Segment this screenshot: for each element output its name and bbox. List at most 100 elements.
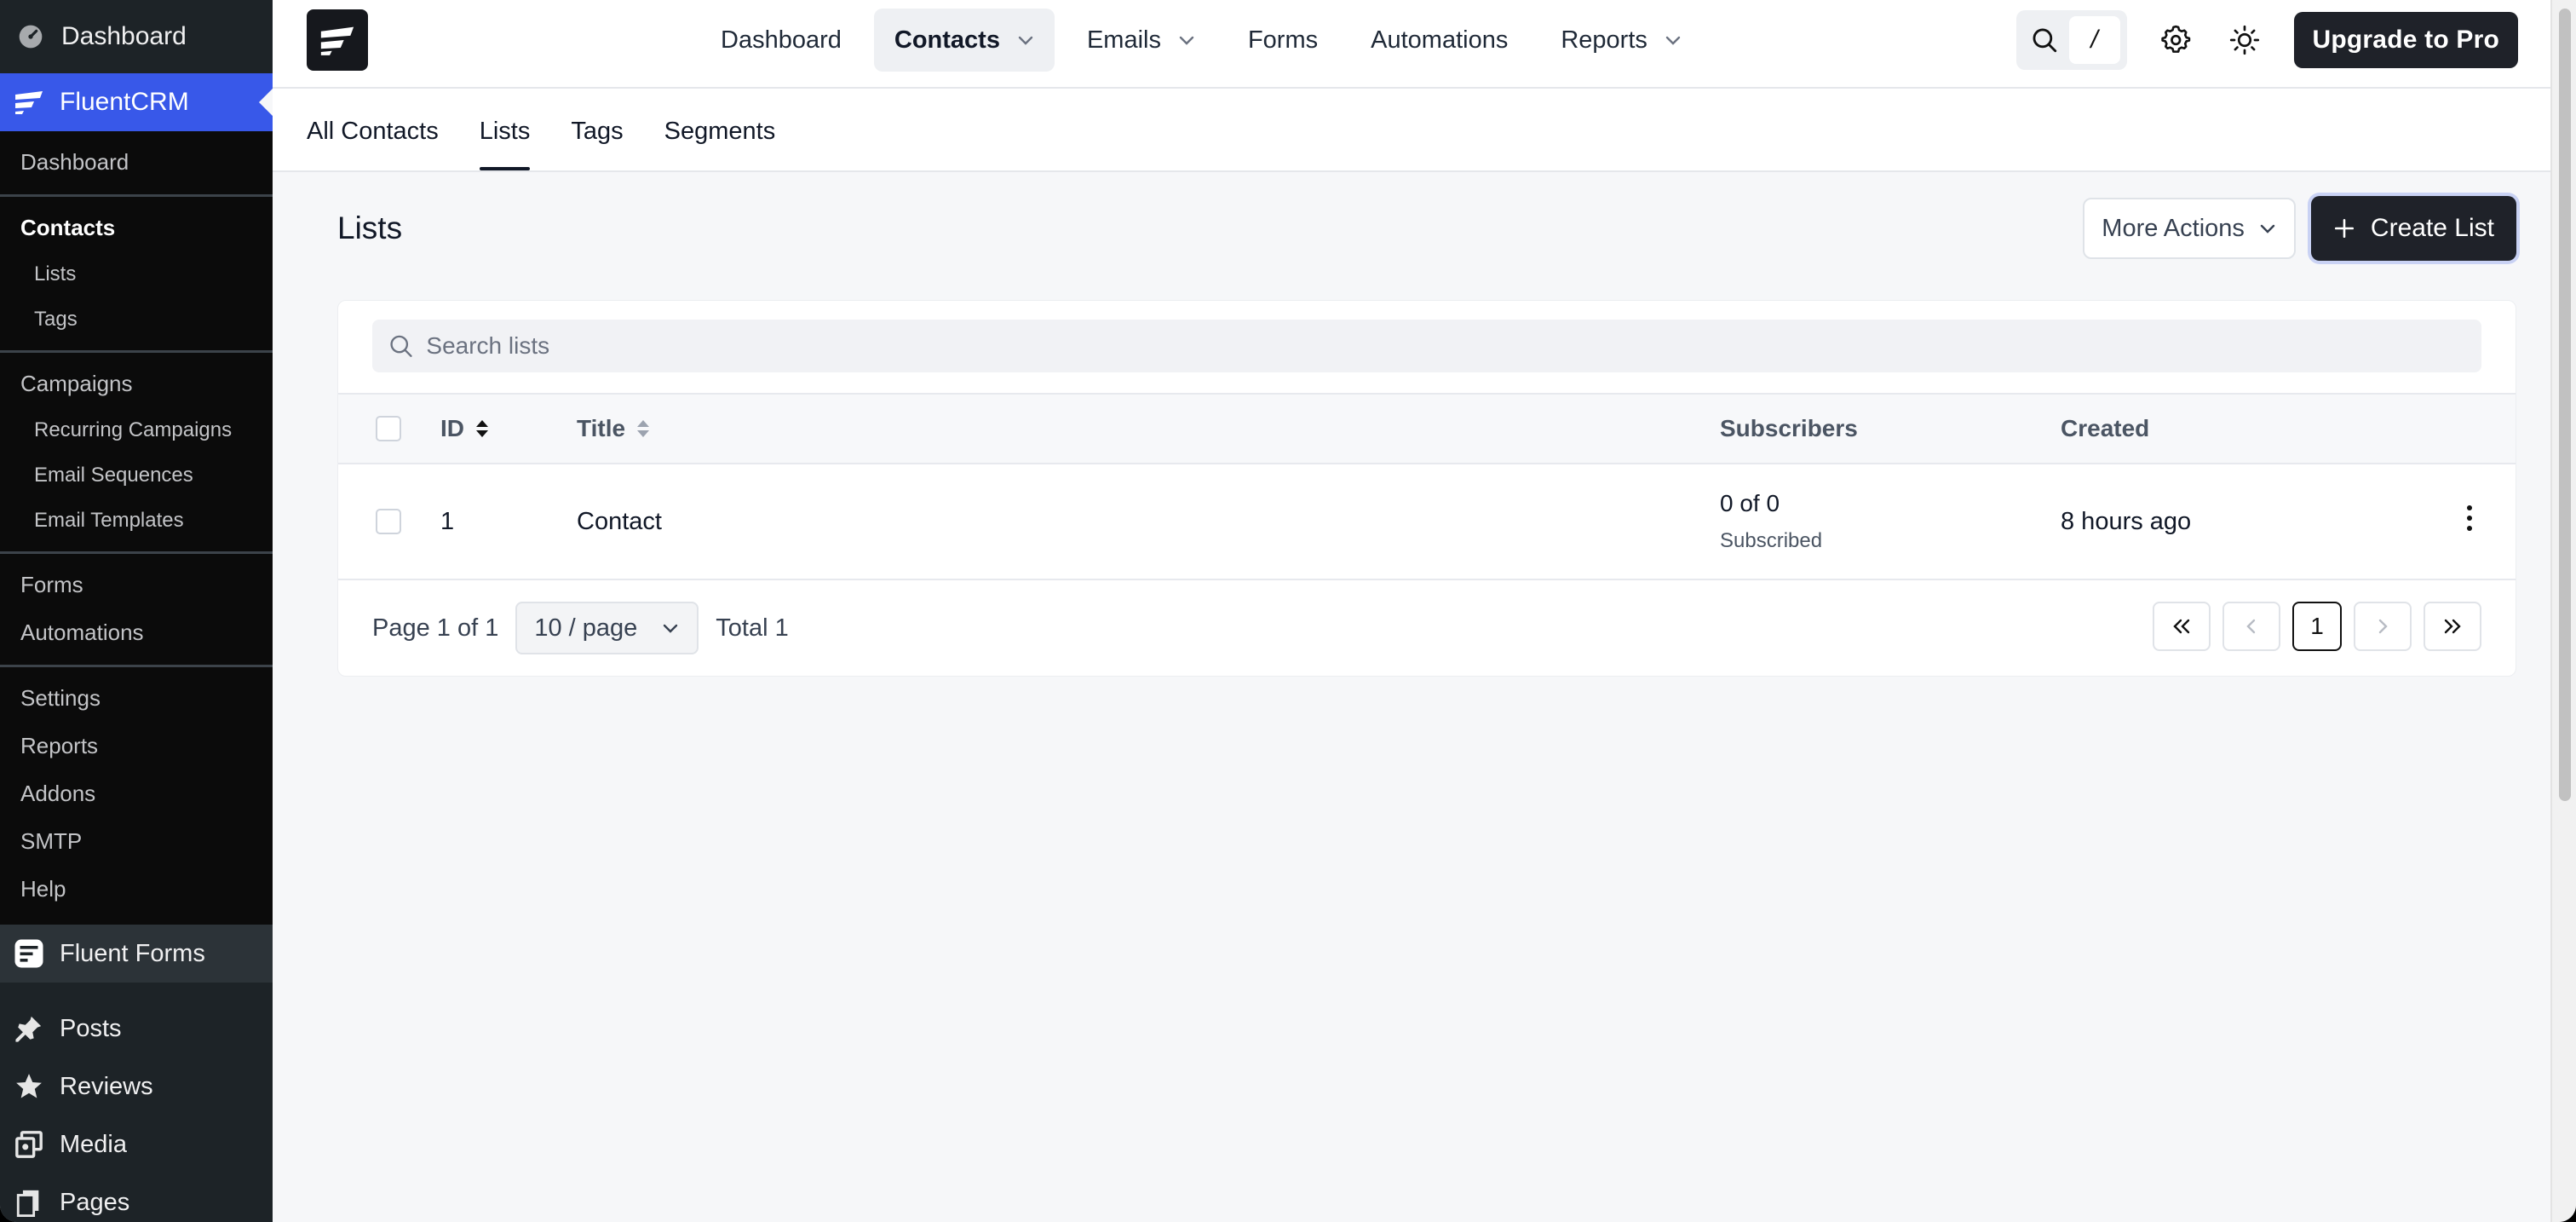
submenu-recurring-campaigns[interactable]: Recurring Campaigns xyxy=(0,407,273,452)
page-buttons: 1 xyxy=(2141,602,2481,651)
settings-button[interactable] xyxy=(2158,21,2195,59)
chevron-down-icon xyxy=(1179,36,1194,45)
search-lists-field[interactable] xyxy=(372,320,2481,372)
search-shortcut-key: / xyxy=(2068,16,2120,64)
fluentcrm-logo-icon xyxy=(14,87,44,118)
submenu-dashboard[interactable]: Dashboard xyxy=(0,138,273,186)
submenu-email-templates[interactable]: Email Templates xyxy=(0,498,273,543)
global-search-button[interactable]: / xyxy=(2015,10,2127,70)
more-actions-label: More Actions xyxy=(2102,214,2245,242)
wp-menu-media[interactable]: Media xyxy=(0,1115,273,1173)
upgrade-to-pro-button[interactable]: Upgrade to Pro xyxy=(2293,12,2518,68)
nav-automations-label: Automations xyxy=(1371,26,1509,54)
row-subscribers-count: 0 of 0 xyxy=(1720,490,1780,516)
nav-dashboard[interactable]: Dashboard xyxy=(700,9,862,72)
topbar-tools: / Upgrade to Pro xyxy=(2015,10,2518,70)
submenu-lists[interactable]: Lists xyxy=(0,251,273,297)
double-chevron-left-icon xyxy=(2173,619,2190,634)
nav-reports[interactable]: Reports xyxy=(1540,9,1702,72)
submenu-help[interactable]: Help xyxy=(0,865,273,913)
select-all-checkbox[interactable] xyxy=(376,416,401,441)
nav-dashboard-label: Dashboard xyxy=(721,26,842,54)
chevron-down-icon xyxy=(2260,224,2275,233)
page-size-select[interactable]: 10 / page xyxy=(515,602,699,654)
media-icon xyxy=(14,1129,44,1160)
theme-toggle-button[interactable] xyxy=(2226,21,2263,59)
gear-icon xyxy=(2160,25,2190,53)
submenu-smtp[interactable]: SMTP xyxy=(0,817,273,865)
wp-menu-media-label: Media xyxy=(60,1130,127,1158)
create-list-button[interactable]: Create List xyxy=(2310,196,2516,261)
column-id-label: ID xyxy=(440,415,464,441)
sun-icon xyxy=(2229,25,2259,55)
nav-contacts-label: Contacts xyxy=(894,26,1000,54)
row-checkbox[interactable] xyxy=(376,509,401,534)
double-chevron-right-icon xyxy=(2444,619,2461,634)
star-icon xyxy=(14,1071,44,1102)
nav-contacts[interactable]: Contacts xyxy=(873,9,1055,72)
crm-topbar: Dashboard Contacts Emails Forms Automati… xyxy=(273,0,2550,89)
fluentcrm-home-logo[interactable] xyxy=(307,9,368,71)
first-page-button[interactable] xyxy=(2153,602,2211,651)
chevron-down-icon xyxy=(664,624,678,633)
search-icon xyxy=(2033,28,2056,53)
submenu-forms[interactable]: Forms xyxy=(0,561,273,608)
submenu-addons[interactable]: Addons xyxy=(0,770,273,817)
nav-forms[interactable]: Forms xyxy=(1228,9,1338,72)
chevron-left-icon xyxy=(2246,619,2256,634)
nav-forms-label: Forms xyxy=(1247,26,1319,54)
wp-menu-pages[interactable]: Pages xyxy=(0,1173,273,1222)
wp-menu-posts[interactable]: Posts xyxy=(0,1000,273,1058)
table-header: ID Title Subscribers Created xyxy=(338,395,2516,464)
page-header: Lists More Actions Create List xyxy=(337,181,2516,276)
page-scrollbar[interactable] xyxy=(2550,0,2576,1222)
prev-page-button[interactable] xyxy=(2222,602,2280,651)
plus-icon xyxy=(2334,218,2354,239)
nav-emails-label: Emails xyxy=(1086,26,1161,54)
chevron-right-icon xyxy=(2378,619,2388,634)
search-lists-input[interactable] xyxy=(426,332,2481,360)
nav-reports-label: Reports xyxy=(1561,26,1647,54)
submenu-campaigns[interactable]: Campaigns xyxy=(0,360,273,407)
fluentcrm-logo-icon xyxy=(320,26,354,55)
submenu-settings[interactable]: Settings xyxy=(0,674,273,722)
column-title-header[interactable]: Title xyxy=(577,415,651,442)
crm-main-nav: Dashboard Contacts Emails Forms Automati… xyxy=(700,9,1714,72)
wp-menu-dashboard[interactable]: Dashboard xyxy=(0,0,273,73)
wp-menu-fluent-forms-label: Fluent Forms xyxy=(60,939,205,967)
chevron-down-icon xyxy=(1665,36,1681,45)
contacts-subnav: All Contacts Lists Tags Segments xyxy=(273,89,2550,172)
tab-lists[interactable]: Lists xyxy=(479,87,530,170)
fluent-forms-icon xyxy=(14,938,44,969)
submenu-contacts[interactable]: Contacts xyxy=(0,204,273,251)
wp-menu-reviews[interactable]: Reviews xyxy=(0,1058,273,1115)
row-title-link[interactable]: Contact xyxy=(577,508,662,536)
tab-tags[interactable]: Tags xyxy=(571,87,623,170)
more-actions-dropdown[interactable]: More Actions xyxy=(2083,198,2296,259)
wp-menu-dashboard-label: Dashboard xyxy=(61,22,187,50)
submenu-email-sequences[interactable]: Email Sequences xyxy=(0,452,273,498)
wp-menu-posts-label: Posts xyxy=(60,1014,122,1042)
row-actions-button[interactable] xyxy=(2464,504,2475,539)
wp-menu-fluent-forms[interactable]: Fluent Forms xyxy=(0,925,273,983)
column-id-header[interactable]: ID xyxy=(440,415,490,442)
wp-menu-fluentcrm[interactable]: FluentCRM xyxy=(0,73,273,131)
last-page-button[interactable] xyxy=(2424,602,2481,651)
create-list-label: Create List xyxy=(2370,214,2494,242)
column-created-header: Created xyxy=(2061,415,2150,441)
table-row[interactable]: 1 Contact 0 of 0 Subscribed 8 hours ago xyxy=(338,464,2516,580)
chevron-down-icon xyxy=(1018,36,1033,45)
submenu-reports[interactable]: Reports xyxy=(0,722,273,770)
sort-icon xyxy=(637,420,650,437)
next-page-button[interactable] xyxy=(2354,602,2412,651)
nav-automations[interactable]: Automations xyxy=(1350,9,1528,72)
nav-emails[interactable]: Emails xyxy=(1067,9,1216,72)
scrollbar-thumb[interactable] xyxy=(2559,9,2571,801)
submenu-automations[interactable]: Automations xyxy=(0,608,273,656)
page-number-button[interactable]: 1 xyxy=(2292,602,2342,651)
page-info: Page 1 of 1 xyxy=(372,614,499,642)
fluentcrm-submenu: Dashboard Contacts Lists Tags Campaigns … xyxy=(0,131,273,925)
tab-all-contacts[interactable]: All Contacts xyxy=(307,87,439,170)
tab-segments[interactable]: Segments xyxy=(664,87,776,170)
submenu-tags[interactable]: Tags xyxy=(0,297,273,342)
